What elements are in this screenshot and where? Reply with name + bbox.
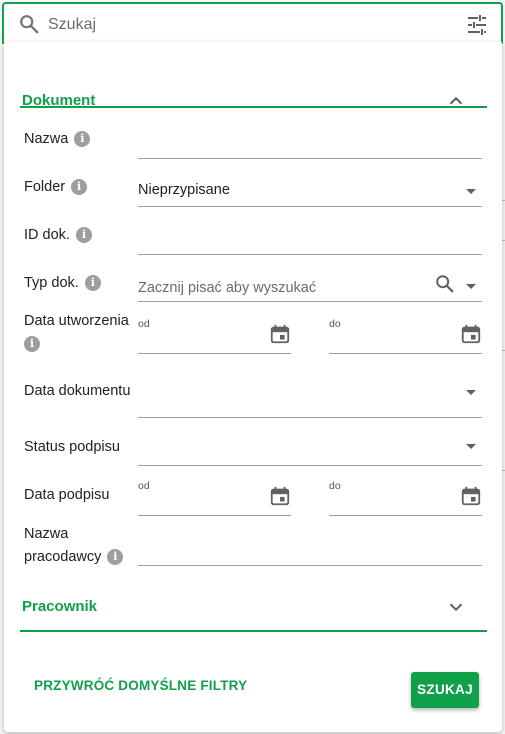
label-text: Typ dok.: [24, 275, 79, 291]
label-folder: Folder i: [24, 176, 88, 199]
label-text: Data podpisu: [24, 487, 110, 503]
search-bar[interactable]: Szukaj: [2, 2, 503, 44]
info-icon[interactable]: i: [107, 549, 124, 566]
from-label: od: [138, 318, 150, 330]
reset-filters-button[interactable]: PRZYWRÓĆ DOMYŚLNE FILTRY: [34, 678, 247, 693]
nazwa-pracodawcy-input[interactable]: [138, 532, 482, 566]
data-podpisu-from[interactable]: od: [138, 480, 291, 516]
calendar-icon[interactable]: [460, 485, 482, 507]
data-podpisu-to[interactable]: do: [329, 480, 482, 516]
data-utworzenia-to[interactable]: do: [329, 318, 482, 354]
typ-dok-placeholder: Zacznij pisać aby wyszukać: [138, 280, 317, 296]
data-dokumentu-select[interactable]: [138, 384, 482, 418]
label-text: Status podpisu: [24, 439, 120, 455]
chevron-up-icon[interactable]: [445, 90, 467, 112]
label-data-utworzenia: Data utworzenia i: [24, 310, 136, 356]
calendar-icon[interactable]: [460, 323, 482, 345]
from-label: od: [138, 480, 150, 492]
section-title: Pracownik: [22, 598, 98, 615]
folder-select[interactable]: Nieprzypisane: [138, 173, 482, 207]
info-icon[interactable]: i: [75, 227, 92, 244]
label-text: ID dok.: [24, 227, 70, 243]
calendar-icon[interactable]: [269, 323, 291, 345]
dropdown-arrow-icon[interactable]: [466, 189, 476, 194]
info-icon[interactable]: i: [24, 336, 40, 353]
dropdown-arrow-icon[interactable]: [466, 444, 476, 449]
label-typ-dok: Typ dok. i: [24, 272, 101, 295]
label-nazwa-pracodawcy: Nazwa pracodawcy i: [24, 523, 124, 569]
section-dokument-header[interactable]: Dokument: [20, 60, 487, 109]
label-nazwa: Nazwa i: [24, 128, 91, 151]
label-data-dokumentu: Data dokumentu: [24, 380, 130, 403]
to-label: do: [329, 480, 341, 492]
data-utworzenia-from[interactable]: od: [138, 318, 291, 354]
label-text: Nazwa: [24, 526, 69, 542]
label-text: Folder: [24, 179, 66, 195]
folder-value: Nieprzypisane: [138, 182, 230, 198]
id-dok-input[interactable]: [138, 221, 482, 255]
section-pracownik-header[interactable]: Pracownik: [20, 584, 487, 632]
dropdown-arrow-icon[interactable]: [466, 284, 476, 289]
calendar-icon[interactable]: [269, 485, 291, 507]
label-text: Data utworzenia: [24, 313, 129, 329]
tune-icon[interactable]: [465, 13, 489, 37]
label-status-podpisu: Status podpisu: [24, 436, 120, 459]
label-data-podpisu: Data podpisu: [24, 484, 109, 507]
status-podpisu-select[interactable]: [138, 432, 482, 466]
label-id-dok: ID dok. i: [24, 224, 92, 247]
label-text: Data dokumentu: [24, 383, 131, 399]
info-icon[interactable]: i: [71, 179, 88, 196]
info-icon[interactable]: i: [74, 131, 91, 148]
typ-dok-input[interactable]: Zacznij pisać aby wyszukać: [138, 268, 482, 302]
search-icon[interactable]: [434, 273, 456, 295]
section-title: Dokument: [22, 92, 96, 109]
search-input[interactable]: Szukaj: [48, 16, 96, 34]
chevron-down-icon[interactable]: [445, 596, 467, 618]
label-text: pracodawcy: [24, 549, 102, 565]
to-label: do: [329, 318, 341, 330]
label-text: Nazwa: [24, 131, 69, 147]
nazwa-input[interactable]: [138, 125, 482, 159]
search-icon: [20, 15, 39, 34]
search-button[interactable]: SZUKAJ: [411, 672, 479, 708]
filter-panel: Dokument Nazwa i Folder i Nieprzypisane ID…: [4, 42, 502, 732]
info-icon[interactable]: i: [84, 275, 101, 292]
dropdown-arrow-icon[interactable]: [466, 390, 476, 395]
